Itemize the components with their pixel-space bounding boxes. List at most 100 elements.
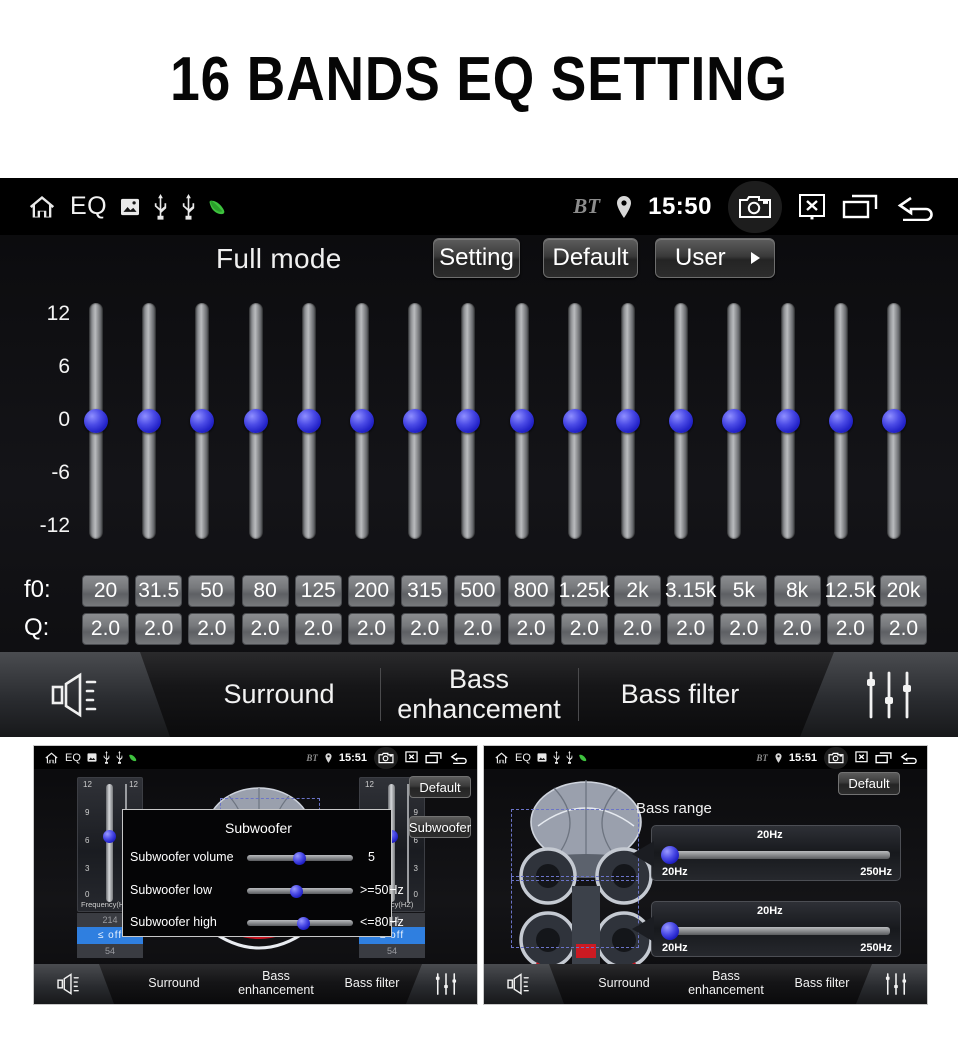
- close-screen-icon[interactable]: [405, 751, 418, 764]
- tab-bass-filter[interactable]: Bass filter: [330, 964, 414, 1004]
- speaker-eq-icon[interactable]: [484, 964, 556, 1004]
- recent-apps-icon[interactable]: [425, 751, 442, 764]
- f0-cell-0[interactable]: 20: [82, 575, 129, 607]
- eq-slider-knob[interactable]: [456, 409, 481, 433]
- eq-slider-2k[interactable]: [616, 303, 640, 539]
- eq-slider-3.15k[interactable]: [669, 303, 694, 539]
- close-screen-icon[interactable]: [855, 751, 868, 764]
- eq-slider-knob[interactable]: [243, 409, 268, 433]
- q-cell-10[interactable]: 2.0: [614, 613, 661, 645]
- screenshot-button[interactable]: [728, 180, 782, 233]
- eq-slider-knob[interactable]: [775, 409, 800, 433]
- eq-slider-500[interactable]: [456, 303, 481, 539]
- f0-cell-12[interactable]: 5k: [720, 575, 768, 607]
- eq-slider-12.5k[interactable]: [828, 303, 853, 539]
- home-icon[interactable]: [27, 193, 57, 221]
- q-cell-3[interactable]: 2.0: [241, 613, 289, 645]
- screenshot-button[interactable]: [374, 746, 398, 769]
- bass-range-slider-1[interactable]: 20Hz 20Hz 250Hz: [651, 825, 901, 881]
- q-cell-11[interactable]: 2.0: [667, 613, 715, 645]
- eq-slider-315[interactable]: [403, 303, 428, 539]
- back-arrow-icon[interactable]: [449, 751, 470, 764]
- f0-cell-8[interactable]: 800: [507, 575, 555, 607]
- tab-bass-enhancement[interactable]: Bass enhancement: [382, 652, 576, 737]
- eq-slider-knob[interactable]: [190, 409, 215, 433]
- eq-slider-800[interactable]: [509, 303, 534, 539]
- user-preset-button[interactable]: User: [655, 238, 775, 278]
- eq-slider-31.5[interactable]: [137, 303, 162, 539]
- f0-cell-5[interactable]: 200: [348, 575, 395, 607]
- q-cell-0[interactable]: 2.0: [82, 613, 129, 645]
- recent-apps-icon[interactable]: [875, 751, 892, 764]
- bass-range-2-knob[interactable]: [661, 922, 679, 940]
- eq-slider-200[interactable]: [350, 303, 374, 539]
- tab-surround[interactable]: Surround: [126, 964, 222, 1004]
- bass-range-slider-2[interactable]: 20Hz 20Hz 250Hz: [651, 901, 901, 957]
- q-cell-7[interactable]: 2.0: [454, 613, 502, 645]
- eq-slider-knob[interactable]: [562, 409, 587, 433]
- eq-slider-8k[interactable]: [775, 303, 800, 539]
- eq-slider-knob[interactable]: [350, 409, 374, 433]
- q-cell-5[interactable]: 2.0: [348, 613, 395, 645]
- thumb-left-subwoofer-button[interactable]: Subwoofer: [409, 816, 471, 838]
- eq-slider-knob[interactable]: [84, 409, 108, 433]
- q-cell-8[interactable]: 2.0: [507, 613, 555, 645]
- q-cell-2[interactable]: 2.0: [188, 613, 236, 645]
- eq-slider-knob[interactable]: [509, 409, 534, 433]
- bass-range-2-track[interactable]: [666, 927, 890, 935]
- tab-bass-filter[interactable]: Bass filter: [580, 652, 780, 737]
- speaker-eq-icon[interactable]: [34, 964, 106, 1004]
- q-cell-14[interactable]: 2.0: [826, 613, 874, 645]
- q-cell-4[interactable]: 2.0: [294, 613, 342, 645]
- q-cell-12[interactable]: 2.0: [720, 613, 768, 645]
- bass-range-1-knob[interactable]: [661, 846, 679, 864]
- eq-slider-1.25k[interactable]: [562, 303, 587, 539]
- tab-bass-filter[interactable]: Bass filter: [780, 964, 864, 1004]
- setting-button[interactable]: Setting: [433, 238, 520, 278]
- f0-cell-13[interactable]: 8k: [773, 575, 821, 607]
- f0-cell-3[interactable]: 80: [241, 575, 289, 607]
- f0-cell-11[interactable]: 3.15k: [665, 575, 716, 607]
- back-arrow-icon[interactable]: [899, 751, 920, 764]
- eq-slider-knob[interactable]: [828, 409, 853, 433]
- eq-slider-5k[interactable]: [722, 303, 747, 539]
- f0-cell-9[interactable]: 1.25k: [559, 575, 610, 607]
- tab-surround[interactable]: Surround: [576, 964, 672, 1004]
- f0-cell-1[interactable]: 31.5: [135, 575, 183, 607]
- f0-cell-10[interactable]: 2k: [614, 575, 661, 607]
- subwoofer-volume-knob[interactable]: [293, 852, 306, 865]
- back-arrow-icon[interactable]: [894, 193, 940, 221]
- tab-surround[interactable]: Surround: [180, 652, 378, 737]
- screenshot-button[interactable]: [824, 746, 848, 769]
- subwoofer-high-knob[interactable]: [297, 917, 310, 930]
- bass-range-1-track[interactable]: [666, 851, 890, 859]
- f0-cell-7[interactable]: 500: [454, 575, 502, 607]
- q-cell-6[interactable]: 2.0: [401, 613, 449, 645]
- eq-slider-knob[interactable]: [616, 409, 640, 433]
- eq-knob[interactable]: [103, 830, 116, 843]
- subwoofer-low-knob[interactable]: [290, 885, 303, 898]
- eq-slider-knob[interactable]: [882, 409, 906, 433]
- eq-slider-20k[interactable]: [882, 303, 906, 539]
- tab-bass-enhancement[interactable]: Bass enhancement: [226, 964, 326, 1004]
- sliders-icon[interactable]: [414, 964, 477, 1004]
- eq-slider-80[interactable]: [243, 303, 268, 539]
- f0-cell-6[interactable]: 315: [401, 575, 449, 607]
- eq-slider-50[interactable]: [190, 303, 215, 539]
- thumb-right-default-button[interactable]: Default: [838, 772, 900, 795]
- f0-cell-14[interactable]: 12.5k: [825, 575, 876, 607]
- eq-slider-knob[interactable]: [296, 409, 321, 433]
- eq-slider-125[interactable]: [296, 303, 321, 539]
- subwoofer-dialog[interactable]: Subwoofer Subwoofer volume 5 Subwoofer l…: [122, 809, 404, 937]
- eq-slider-knob[interactable]: [669, 409, 694, 433]
- q-cell-9[interactable]: 2.0: [560, 613, 608, 645]
- close-screen-icon[interactable]: [798, 193, 826, 221]
- eq-slider-knob[interactable]: [403, 409, 428, 433]
- recent-apps-icon[interactable]: [842, 194, 878, 220]
- eq-slider-knob[interactable]: [137, 409, 162, 433]
- eq-slider-20[interactable]: [84, 303, 108, 539]
- thumb-left-default-button[interactable]: Default: [409, 776, 471, 798]
- f0-cell-4[interactable]: 125: [294, 575, 342, 607]
- default-button[interactable]: Default: [543, 238, 638, 278]
- thumbnail-bass-range[interactable]: EQ BT 15:51 Default Bass range 20Hz 20Hz…: [483, 745, 928, 1005]
